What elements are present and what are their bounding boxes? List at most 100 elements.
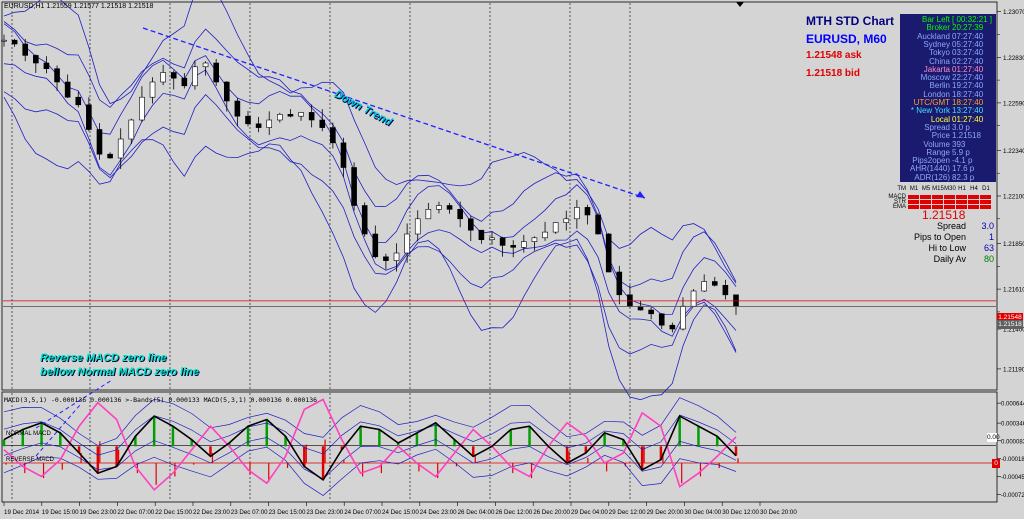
candle-body (75, 96, 82, 106)
candle-body (139, 96, 145, 121)
candle-body (223, 81, 230, 102)
tf-header: M5 (921, 186, 931, 192)
world-clock-panel: Bar Left[ 00:32:21 ] Broker 20:27:39 Auckla… (900, 14, 996, 182)
chart-shift-marker[interactable] (736, 2, 744, 7)
time-tick-label: 22 Dec 23:00 (193, 509, 230, 516)
timeframe-signal-grid: TM M1 M5 M15 M30 H1 H4 D1 MACD STR EMA (886, 186, 994, 210)
clock-value: 82.3 p (952, 172, 975, 182)
time-tick-label: 30 Dec 20:00 (760, 509, 797, 516)
candle-body (86, 104, 92, 130)
candle-body (478, 229, 485, 240)
price-tick-label: 1.22590 (1003, 100, 1024, 107)
candle-body (33, 55, 39, 64)
candle-body (11, 39, 18, 45)
tf-signal-cell (980, 200, 991, 204)
candle-body (308, 112, 315, 121)
current-price: 1.21518 (922, 208, 966, 222)
price-tick-label: 1.22830 (1003, 55, 1024, 62)
tf-signal-cell (980, 195, 991, 199)
candle-body (361, 205, 368, 235)
candle-body (690, 290, 697, 307)
candle-body (701, 281, 707, 292)
candle-body (43, 62, 50, 69)
candle-body (54, 68, 60, 83)
candle-body (266, 119, 273, 128)
tf-signal-cell (968, 195, 979, 199)
candle-body (255, 123, 262, 128)
stats-value: 3.0 (981, 221, 994, 231)
time-tick-label: 24 Dec 23:00 (420, 509, 457, 516)
time-tick-label: 22 Dec 15:00 (155, 509, 192, 516)
macd-tick-label: -0.000184 (1001, 457, 1024, 463)
tf-header: H4 (970, 186, 978, 192)
macd-note-line-2: bellow Normal MACD zero line (40, 366, 199, 378)
time-tick-label: 26 Dec 20:00 (533, 509, 570, 516)
time-tick-label: 23 Dec 15:00 (269, 509, 306, 516)
candle-body (96, 129, 103, 155)
candle-body (393, 252, 400, 261)
time-tick-label: 19 Dec 2014 (4, 509, 40, 516)
macd-tick-label: 0.000644 (1001, 402, 1024, 408)
tf-signal-cell (908, 205, 919, 209)
candle-body (213, 62, 219, 83)
time-tick-label: 26 Dec 04:00 (458, 509, 495, 516)
candle-body (372, 233, 379, 258)
macd-note-line-1: Reverse MACD zero line (40, 352, 167, 364)
time-tick-label: 30 Dec 04:00 (684, 509, 721, 516)
candle-body (22, 43, 29, 56)
price-tick-label: 1.21610 (1003, 287, 1024, 294)
time-tick-label: 24 Dec 07:00 (344, 509, 381, 516)
macd-tick-label: -0.000721 (1001, 493, 1024, 499)
candle-body (277, 114, 283, 121)
candle-body (64, 81, 71, 98)
stats-label: Pips to Open (913, 232, 966, 242)
time-tick-label: 29 Dec 12:00 (609, 509, 646, 516)
price-tick-label: 1.21850 (1003, 241, 1024, 248)
tf-signal-cell (944, 200, 955, 204)
candle-body (658, 313, 665, 326)
symbol-info: EURUSD,H1 1.21559 1.21577 1.21518 1.2151… (4, 3, 154, 10)
candle-body (521, 241, 527, 248)
time-tick-label: 23 Dec 23:00 (306, 509, 343, 516)
time-tick-label: 19 Dec 23:00 (80, 509, 117, 516)
candle-body (128, 119, 135, 140)
candle-body (531, 237, 538, 242)
candle-body (711, 281, 718, 286)
tf-grid-label: TM (897, 186, 906, 192)
candle-body (117, 138, 124, 159)
tf-signal-cell (980, 205, 991, 209)
price-tick-label: 1.23070 (1003, 9, 1024, 16)
candle-body (584, 207, 591, 216)
stats-row: Pips to Open 1 (906, 232, 996, 243)
candle-body (383, 256, 389, 261)
candle-body (414, 218, 421, 235)
candle-body (149, 81, 156, 98)
tf-signal-cell (968, 200, 979, 204)
candle-body (542, 231, 548, 239)
overlay-bid: 1.21518 bid (806, 68, 860, 79)
time-tick-label: 22 Dec 07:00 (117, 509, 154, 516)
overlay-ask: 1.21548 ask (806, 50, 862, 61)
candle-body (648, 309, 654, 315)
candle-body (457, 209, 463, 220)
time-tick-label: 29 Dec 20:00 (647, 509, 684, 516)
stats-value: 80 (983, 254, 994, 264)
stats-row: Hi to Low 63 (906, 243, 996, 254)
candle-body (680, 305, 686, 330)
tf-header: H1 (958, 186, 966, 192)
stats-label: Hi to Low (928, 243, 966, 253)
candle-body (192, 66, 198, 87)
candle-body (722, 284, 729, 296)
candle-body (425, 209, 432, 220)
tf-signal-cell (920, 200, 931, 204)
macd-tick-label: 0.000346 (1001, 422, 1024, 428)
tf-signal-cell (908, 200, 919, 204)
reverse-macd-label: REVERSE MACD (6, 457, 55, 463)
time-tick-label: 26 Dec 12:00 (495, 509, 532, 516)
overlay-title: MTH STD Chart (806, 14, 894, 28)
clock-label: ADR(126) (914, 172, 950, 182)
macd-tick-label: -0.000453 (1001, 475, 1024, 481)
tf-header: M1 (909, 186, 919, 192)
tf-signal-cell (908, 195, 919, 199)
stats-value: 63 (983, 243, 994, 253)
